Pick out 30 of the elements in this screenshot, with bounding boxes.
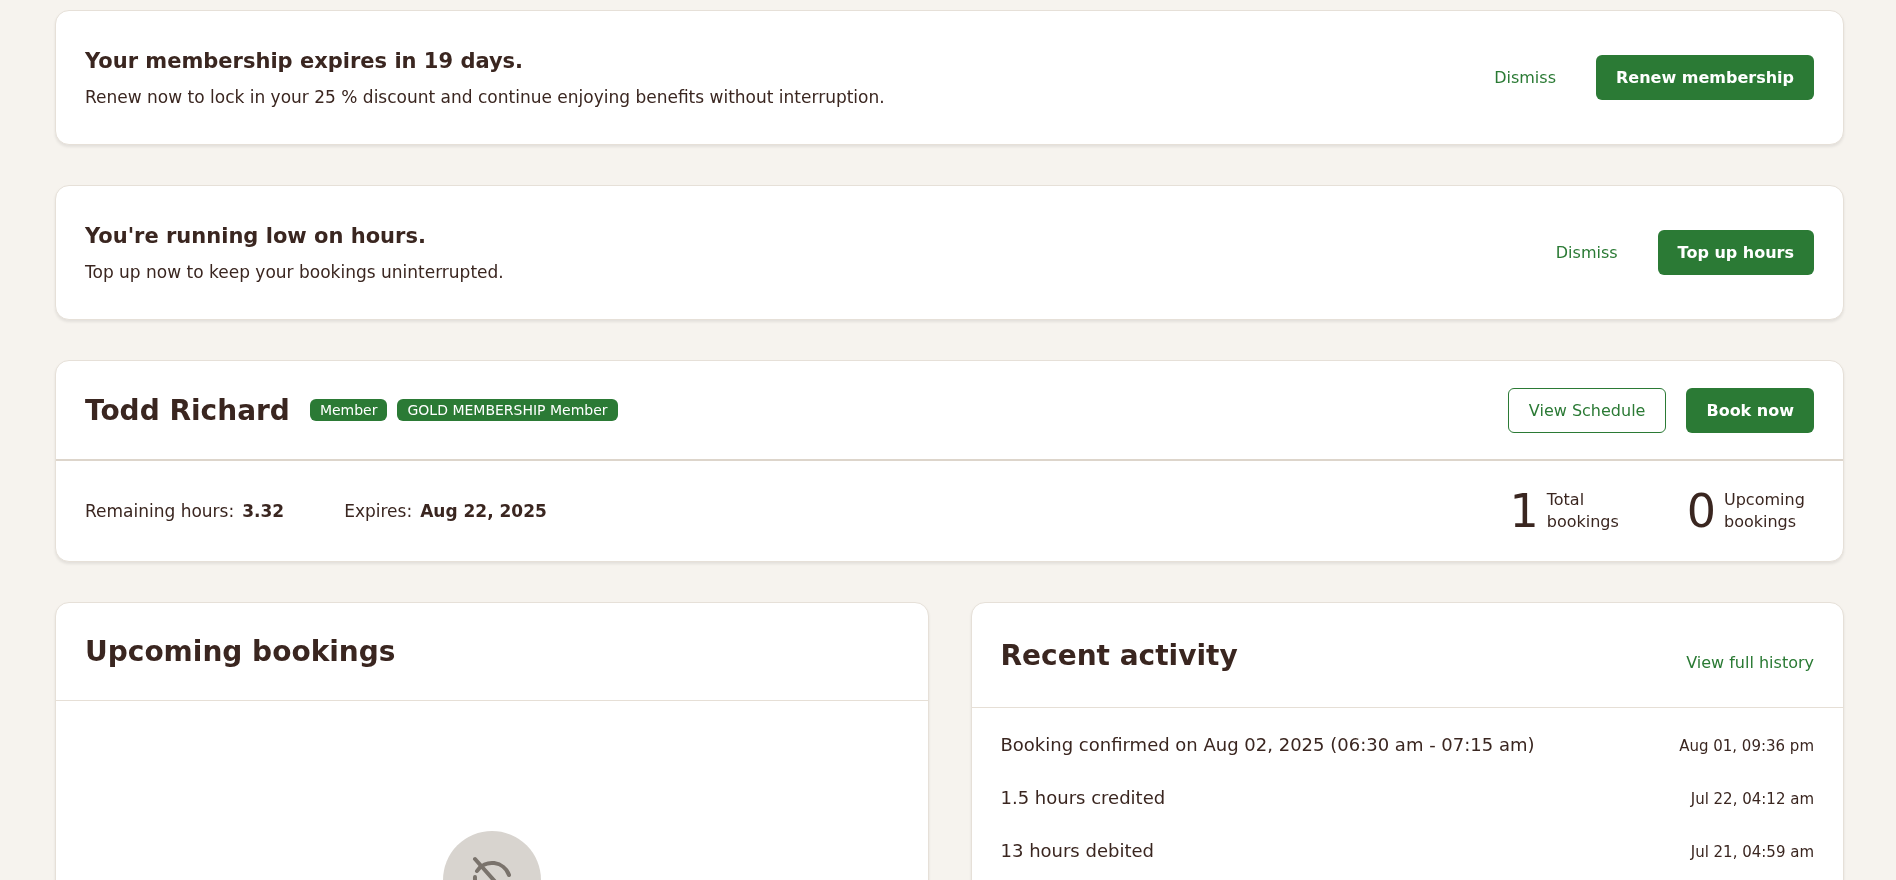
stat-number: 0 bbox=[1686, 484, 1716, 538]
view-schedule-button[interactable]: View Schedule bbox=[1507, 387, 1667, 433]
membership-badge: Member bbox=[309, 399, 388, 421]
fact-value: 3.32 bbox=[242, 501, 285, 521]
fact-label: Remaining hours: bbox=[85, 501, 235, 521]
book-now-button[interactable]: Book now bbox=[1686, 387, 1814, 433]
member-name: Todd Richard bbox=[85, 393, 290, 427]
stat-label: Total bookings bbox=[1546, 489, 1620, 533]
view-history-link[interactable]: View full history bbox=[1686, 652, 1814, 672]
alert-title: You're running low on hours. bbox=[85, 223, 427, 248]
alert-message: Top up now to keep your bookings uninterrupted. bbox=[85, 261, 505, 282]
activity-text: 1.5 hours credited bbox=[1000, 787, 1166, 808]
panel-title: Upcoming bookings bbox=[85, 635, 396, 668]
alert-message: Renew now to lock in your 25 % discount and continue enjoying benefits without interruption. bbox=[85, 86, 886, 107]
panel-title: Recent activity bbox=[1000, 638, 1238, 672]
membership-badge: GOLD MEMBERSHIP Member bbox=[397, 399, 618, 421]
alert-action-button[interactable]: Top up hours bbox=[1657, 230, 1814, 275]
activity-text: 13 hours debited bbox=[1000, 840, 1154, 861]
activity-time: Aug 01, 09:36 pm bbox=[1679, 737, 1814, 755]
fact-label: Expires: bbox=[344, 501, 413, 521]
alert-title: Your membership expires in 19 days. bbox=[85, 48, 525, 73]
alert-action-button[interactable]: Renew membership bbox=[1596, 55, 1814, 100]
activity-time: Jul 22, 04:12 am bbox=[1690, 790, 1814, 808]
fact-value: Aug 22, 2025 bbox=[420, 501, 547, 521]
activity-text: Booking confirmed on Aug 02, 2025 (06:30 am - 07:15 am) bbox=[1000, 734, 1535, 755]
dismiss-link[interactable]: Dismiss bbox=[1494, 68, 1556, 87]
activity-time: Jul 21, 04:59 am bbox=[1690, 843, 1814, 861]
stat-number: 1 bbox=[1509, 484, 1539, 538]
dismiss-link[interactable]: Dismiss bbox=[1555, 243, 1618, 262]
stat-label: Upcoming bookings bbox=[1724, 489, 1806, 533]
